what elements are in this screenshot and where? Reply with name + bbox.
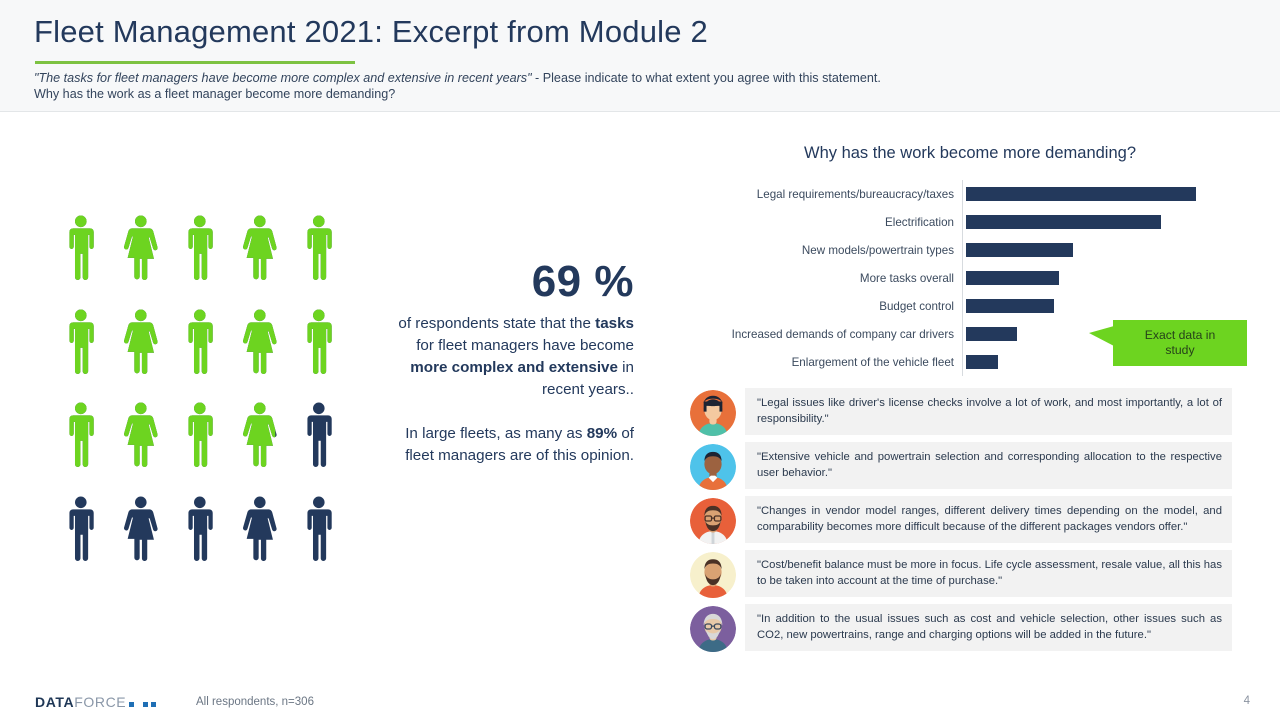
key-statistic: 69 % of respondents state that the tasks… [382, 255, 634, 467]
stat-text-a: of respondents state that the [398, 315, 596, 332]
avatar-man-glasses-beard-icon [690, 498, 736, 544]
pictogram-person-19 [234, 489, 286, 569]
stat-text-b: tasks [595, 315, 634, 332]
title-accent-rule [35, 61, 355, 64]
bar-fill [966, 215, 1161, 229]
quote-row: "Changes in vendor model ranges, differe… [690, 496, 1232, 544]
bar-track [962, 264, 1230, 292]
bar-fill [966, 299, 1055, 313]
bar-row: Budget control [690, 292, 1230, 320]
pictogram-person-18 [174, 489, 226, 569]
avatar-senior-man-glasses-icon [690, 606, 736, 652]
logo-dot-3 [151, 702, 157, 707]
pictogram-person-2 [115, 208, 167, 288]
quote-text: "Legal issues like driver's license chec… [745, 388, 1232, 435]
logo-bold-text: DATA [35, 694, 75, 710]
pictogram-person-12 [115, 395, 167, 475]
bar-label: More tasks overall [859, 271, 954, 285]
logo-light-text: FORCE [74, 694, 127, 710]
pictogram-person-13 [174, 395, 226, 475]
bar-track [962, 292, 1230, 320]
stat-big-number: 69 % [531, 257, 634, 306]
pictogram-person-8 [174, 302, 226, 382]
callout-box: Exact data in study [1113, 320, 1247, 366]
quotes-list: "Legal issues like driver's license chec… [690, 388, 1232, 658]
footnote-sample-size: All respondents, n=306 [196, 696, 314, 708]
pictogram-person-11 [55, 395, 107, 475]
stat2-text-a: In large fleets, as many as [405, 425, 587, 442]
pictogram-person-7 [115, 302, 167, 382]
callout-tail-icon [1089, 326, 1114, 346]
pictogram-chart [55, 208, 345, 568]
callout-line1: Exact data in [1144, 328, 1216, 342]
subtitle-rest: - Please indicate to what extent you agr… [531, 71, 881, 85]
chart-title: Why has the work become more demanding? [804, 144, 1136, 162]
avatar-man-beard-cream-background-icon [690, 552, 736, 598]
pictogram-person-5 [293, 208, 345, 288]
bar-track [962, 208, 1230, 236]
bar-fill [966, 327, 1017, 341]
stat-secondary-description: In large fleets, as many as 89% of fleet… [382, 423, 634, 467]
bar-label: Electrification [885, 215, 954, 229]
bar-fill [966, 355, 999, 369]
pictogram-person-20 [293, 489, 345, 569]
stat2-text-b: 89% [586, 425, 618, 442]
bar-label: Increased demands of company car drivers [731, 327, 954, 341]
pictogram-person-1 [55, 208, 107, 288]
pictogram-person-3 [174, 208, 226, 288]
bar-row: New models/powertrain types [690, 236, 1230, 264]
bar-fill [966, 243, 1073, 257]
stat-text-d: more complex and extensive [410, 359, 618, 376]
subtitle-quote: "The tasks for fleet managers have becom… [34, 71, 532, 85]
avatar-woman-dark-hair-icon [690, 390, 736, 436]
bar-track [962, 236, 1230, 264]
stat-description: of respondents state that the tasks for … [382, 313, 634, 401]
bar-row: Electrification [690, 208, 1230, 236]
pictogram-person-16 [55, 489, 107, 569]
pictogram-person-6 [55, 302, 107, 382]
avatar-man-blue-background-icon [690, 444, 736, 490]
bar-fill [966, 187, 1196, 201]
quote-row: "In addition to the usual issues such as… [690, 604, 1232, 652]
quote-row: "Legal issues like driver's license chec… [690, 388, 1232, 436]
pictogram-person-9 [234, 302, 286, 382]
subtitle-line2: Why has the work as a fleet manager beco… [34, 87, 396, 101]
quote-text: "In addition to the usual issues such as… [745, 604, 1232, 651]
bar-label: New models/powertrain types [801, 243, 954, 257]
pictogram-grid [55, 208, 345, 568]
stat-text-c: for fleet managers have become [416, 337, 634, 354]
pictogram-person-10 [293, 302, 345, 382]
bar-label: Budget control [879, 299, 954, 313]
bar-fill [966, 271, 1060, 285]
bar-row: More tasks overall [690, 264, 1230, 292]
page-title: Fleet Management 2021: Excerpt from Modu… [34, 14, 708, 49]
logo-dot-2 [143, 702, 149, 707]
pictogram-person-4 [234, 208, 286, 288]
quote-text: "Changes in vendor model ranges, differe… [745, 496, 1232, 543]
bar-track [962, 180, 1230, 208]
quote-text: "Cost/benefit balance must be more in fo… [745, 550, 1232, 597]
bar-row: Legal requirements/bureaucracy/taxes [690, 180, 1230, 208]
quote-text: "Extensive vehicle and powertrain select… [745, 442, 1232, 489]
pictogram-person-17 [115, 489, 167, 569]
dataforce-logo: DATAFORCE [35, 694, 157, 710]
bar-label: Legal requirements/bureaucracy/taxes [756, 187, 954, 201]
quote-row: "Extensive vehicle and powertrain select… [690, 442, 1232, 490]
quote-row: "Cost/benefit balance must be more in fo… [690, 550, 1232, 598]
slide-header: Fleet Management 2021: Excerpt from Modu… [0, 0, 1280, 112]
pictogram-person-14 [234, 395, 286, 475]
bar-label: Enlargement of the vehicle fleet [791, 355, 954, 369]
pictogram-person-15 [293, 395, 345, 475]
logo-dot-1 [129, 702, 135, 707]
slide-subtitle: "The tasks for fleet managers have becom… [34, 70, 1214, 102]
callout-line2: study [1165, 343, 1195, 357]
page-number: 4 [1243, 695, 1250, 707]
